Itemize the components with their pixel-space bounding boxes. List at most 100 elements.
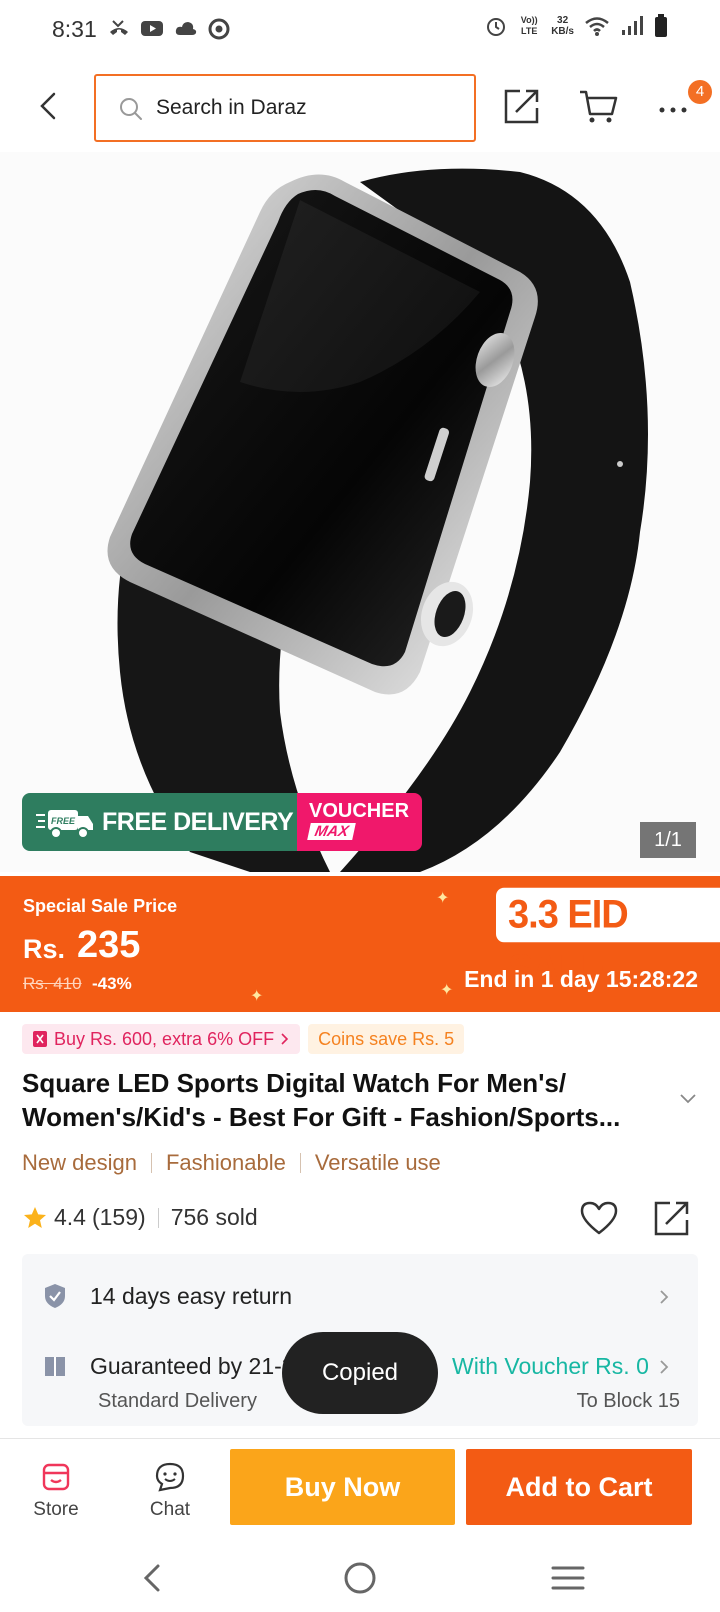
sale-countdown: End in 1 day 15:28:22 <box>464 966 698 992</box>
cloud-icon <box>175 22 197 35</box>
tag-divider <box>150 1153 152 1173</box>
wifi-icon <box>585 17 609 36</box>
coins-chip[interactable]: Coins save Rs. 5 <box>308 1024 465 1054</box>
back-arrow-icon <box>40 92 56 120</box>
top-bar: Search in Daraz 4 <box>0 70 720 142</box>
product-tags: New design Fashionable Versatile use <box>22 1150 441 1176</box>
signal-icon <box>622 16 643 35</box>
image-counter: 1/1 <box>640 822 696 858</box>
system-navigation-bar <box>0 1548 720 1612</box>
buy-now-button[interactable]: Buy Now <box>230 1449 455 1525</box>
system-home-icon[interactable] <box>342 1560 378 1596</box>
star-icon <box>24 1206 46 1228</box>
return-policy-text: 14 days easy return <box>90 1282 293 1309</box>
share-button[interactable] <box>502 86 542 126</box>
share-icon <box>504 89 539 124</box>
bundle-offer-chip[interactable]: Buy Rs. 600, extra 6% OFF <box>22 1024 301 1054</box>
chevron-right-icon <box>660 1360 669 1374</box>
system-back-icon[interactable] <box>138 1560 168 1596</box>
free-delivery-badge: FREE FREE DELIVERY <box>22 793 297 851</box>
voucher-ticket-icon <box>33 1031 47 1047</box>
copied-toast: Copied <box>282 1332 438 1414</box>
network-speed-value: 32 <box>557 15 569 26</box>
tag-divider <box>299 1153 301 1173</box>
tag-item: Versatile use <box>314 1150 441 1175</box>
shield-check-icon <box>45 1284 65 1308</box>
expand-title-button[interactable] <box>678 1092 698 1106</box>
offer-chips: Buy Rs. 600, extra 6% OFF Coins save Rs.… <box>22 1024 465 1054</box>
system-menu-icon[interactable] <box>550 1562 586 1594</box>
delivery-location: To Block 15 <box>576 1390 680 1412</box>
notification-badge: 4 <box>688 80 712 104</box>
voucher-label: VOUCHER <box>309 800 410 822</box>
share-product-button[interactable] <box>652 1198 692 1238</box>
chat-label: Chat <box>149 1499 191 1520</box>
return-policy-row[interactable]: 14 days easy return <box>42 1276 678 1316</box>
status-notification-icons <box>108 18 230 40</box>
product-title-line-2: Women's/Kid's - Best For Gift - Fashion/… <box>22 1102 621 1132</box>
sparkle-icon: ✦ <box>440 982 454 999</box>
rating-count: (159) <box>91 1204 146 1230</box>
chevron-right-icon <box>660 1290 669 1304</box>
rating-value: 4.4 <box>54 1204 86 1230</box>
wishlist-button[interactable] <box>578 1198 620 1238</box>
status-time: 8:31 <box>52 16 97 42</box>
heart-icon <box>580 1201 618 1235</box>
status-system-icons: Vo)) LTE 32 KB/s <box>485 14 668 38</box>
delivery-truck-icon: FREE <box>36 810 93 839</box>
chat-icon <box>155 1462 185 1492</box>
more-dots-icon <box>659 107 687 113</box>
status-bar: 8:31 Vo)) LTE 32 KB/s <box>0 0 720 60</box>
price-band: ✦ ✦ ✦ Special Sale Price Rs. 235 Rs. 410… <box>0 876 720 1012</box>
discount-percent: -43% <box>92 974 132 993</box>
coins-text: Coins save Rs. 5 <box>318 1028 455 1049</box>
alarm-icon <box>487 18 506 36</box>
search-input[interactable]: Search in Daraz <box>94 74 476 142</box>
search-icon <box>120 98 142 120</box>
current-price: 235 <box>77 924 141 966</box>
add-to-cart-button[interactable]: Add to Cart <box>466 1449 692 1525</box>
product-title: Square LED Sports Digital Watch For Men'… <box>22 1066 672 1134</box>
rating-row[interactable]: 4.4 (159) 756 sold <box>22 1204 258 1231</box>
chevron-down-icon <box>680 1094 696 1104</box>
voucher-max-label: MAX <box>307 823 357 840</box>
chevron-right-icon <box>281 1033 289 1045</box>
tag-item: Fashionable <box>165 1150 286 1175</box>
special-sale-label: Special Sale Price <box>23 896 178 916</box>
cart-button[interactable] <box>578 86 620 126</box>
original-price: Rs. 410 <box>23 974 82 993</box>
battery-icon <box>655 14 667 37</box>
sparkle-icon: ✦ <box>436 890 450 907</box>
network-speed: 32 KB/s <box>551 15 574 37</box>
tag-item: New design <box>22 1150 137 1175</box>
product-image[interactable] <box>0 152 720 872</box>
delivery-voucher-text: With Voucher Rs. 0 <box>452 1353 649 1379</box>
share-icon <box>654 1201 689 1236</box>
free-delivery-label: FREE DELIVERY <box>102 807 294 836</box>
product-title-line-1: Square LED Sports Digital Watch For Men'… <box>22 1068 567 1098</box>
chrome-icon <box>208 18 230 40</box>
watch-image <box>107 168 648 872</box>
chat-button[interactable]: Chat <box>130 1461 210 1521</box>
sold-count: 756 sold <box>170 1204 258 1230</box>
sparkle-icon: ✦ <box>250 988 264 1005</box>
rating-divider <box>157 1207 159 1228</box>
store-icon <box>42 1463 70 1491</box>
store-label: Store <box>33 1499 79 1520</box>
more-options-button[interactable] <box>656 92 692 122</box>
bottom-action-bar: Store Chat Buy Now Add to Cart <box>0 1438 720 1548</box>
voucher-max-badge: VOUCHER MAX <box>297 793 422 851</box>
network-speed-unit: KB/s <box>551 26 574 37</box>
promo-banner[interactable]: FREE FREE DELIVERY VOUCHER MAX <box>22 793 422 851</box>
price-currency: Rs. <box>23 934 66 964</box>
back-button[interactable] <box>32 86 68 126</box>
missed-call-icon <box>110 20 128 35</box>
search-placeholder: Search in Daraz <box>156 96 307 119</box>
volte-indicator: Vo)) LTE <box>520 15 538 36</box>
store-button[interactable]: Store <box>16 1461 96 1521</box>
package-icon <box>45 1357 65 1376</box>
campaign-tag: 3.3 EID SALE <box>496 887 720 992</box>
bundle-offer-text: Buy Rs. 600, extra 6% OFF <box>54 1028 275 1049</box>
youtube-icon <box>141 21 163 36</box>
cart-icon <box>580 90 618 123</box>
